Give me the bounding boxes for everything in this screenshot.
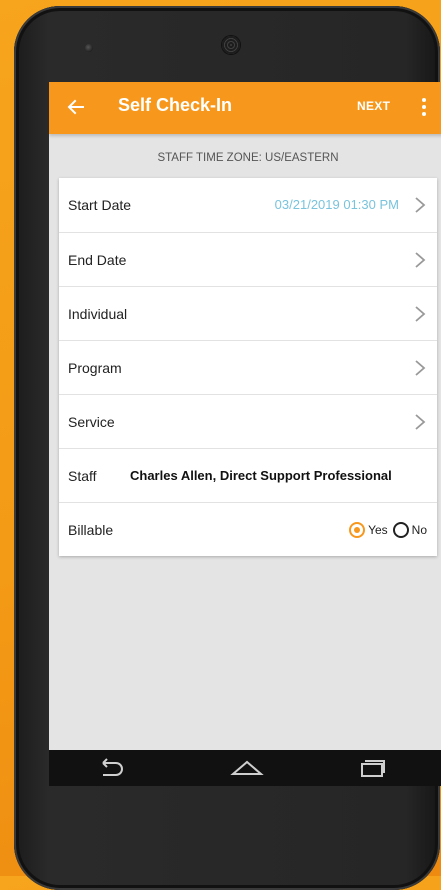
- end-date-label: End Date: [68, 252, 127, 268]
- earpiece-speaker: [222, 36, 240, 54]
- end-date-row[interactable]: End Date: [59, 232, 437, 286]
- phone-screen: Self Check-In NEXT STAFF TIME ZONE: US/E…: [49, 82, 441, 786]
- staff-value: Charles Allen, Direct Support Profession…: [130, 468, 392, 483]
- chevron-right-icon: [415, 414, 426, 430]
- front-camera: [85, 44, 93, 52]
- chevron-right-icon: [415, 306, 426, 322]
- billable-no-label[interactable]: No: [412, 523, 427, 537]
- check-in-form: Start Date 03/21/2019 01:30 PM End Date …: [59, 178, 437, 556]
- start-date-value: 03/21/2019 01:30 PM: [274, 197, 399, 212]
- vertical-dots-icon[interactable]: [415, 94, 433, 120]
- service-row[interactable]: Service: [59, 394, 437, 448]
- individual-label: Individual: [68, 306, 128, 322]
- billable-radio-group: Yes No: [349, 503, 427, 557]
- chevron-right-icon: [415, 360, 426, 376]
- billable-yes-label[interactable]: Yes: [368, 523, 388, 537]
- program-label: Program: [68, 360, 122, 376]
- app-bar: Self Check-In NEXT: [49, 82, 441, 134]
- staff-row: Staff Charles Allen, Direct Support Prof…: [59, 448, 437, 502]
- billable-yes-radio[interactable]: [349, 522, 366, 538]
- nav-home-icon[interactable]: [229, 754, 265, 782]
- page-title: Self Check-In: [118, 95, 233, 115]
- chevron-right-icon: [415, 197, 426, 213]
- nav-back-icon[interactable]: [93, 754, 129, 782]
- nav-recents-icon[interactable]: [354, 754, 390, 782]
- billable-no-radio[interactable]: [392, 522, 409, 538]
- start-date-label: Start Date: [68, 197, 132, 213]
- start-date-row[interactable]: Start Date 03/21/2019 01:30 PM: [59, 178, 437, 232]
- program-row[interactable]: Program: [59, 340, 437, 394]
- staff-label: Staff: [68, 468, 97, 484]
- service-label: Service: [68, 414, 115, 430]
- phone-frame: Self Check-In NEXT STAFF TIME ZONE: US/E…: [14, 6, 441, 890]
- billable-label: Billable: [68, 522, 114, 538]
- billable-row: Billable Yes No: [59, 502, 437, 556]
- individual-row[interactable]: Individual: [59, 286, 437, 340]
- next-button[interactable]: NEXT: [357, 99, 390, 113]
- system-nav-bar: [49, 750, 441, 786]
- staff-timezone-label: STAFF TIME ZONE: US/EASTERN: [157, 152, 339, 164]
- chevron-right-icon: [415, 252, 426, 268]
- arrow-left-icon[interactable]: [63, 92, 89, 122]
